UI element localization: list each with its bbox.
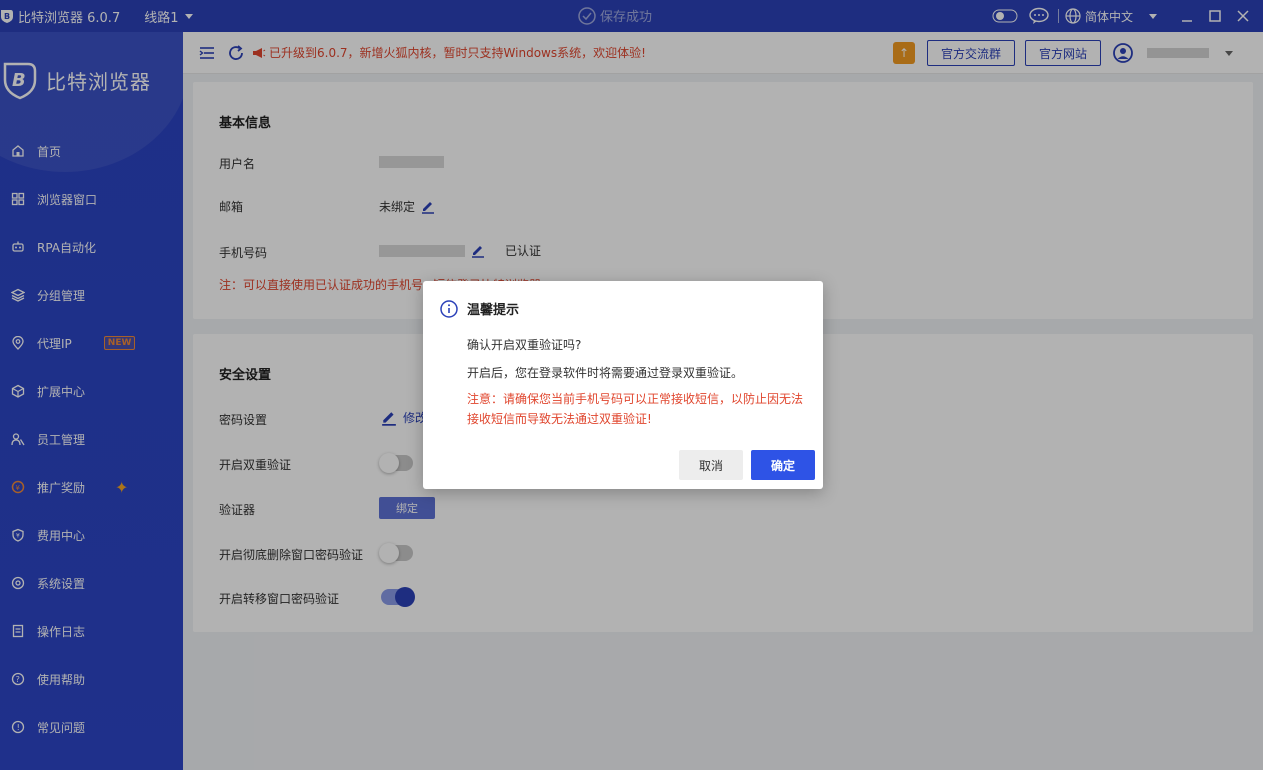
cancel-button[interactable]: 取消 [679, 450, 743, 480]
confirm-button[interactable]: 确定 [751, 450, 815, 480]
confirm-dialog: 温馨提示 确认开启双重验证吗? 开启后，您在登录软件时将需要通过登录双重验证。 … [423, 281, 823, 489]
dialog-warning: 注意：请确保您当前手机号码可以正常接收短信，以防止因无法接收短信而导致无法通过双… [467, 392, 804, 426]
info-icon [440, 299, 458, 318]
dialog-header: 温馨提示 [440, 299, 519, 318]
dialog-question: 确认开启双重验证吗? [467, 338, 582, 352]
dialog-description: 开启后，您在登录软件时将需要通过登录双重验证。 [467, 366, 744, 380]
dialog-title: 温馨提示 [467, 303, 520, 318]
